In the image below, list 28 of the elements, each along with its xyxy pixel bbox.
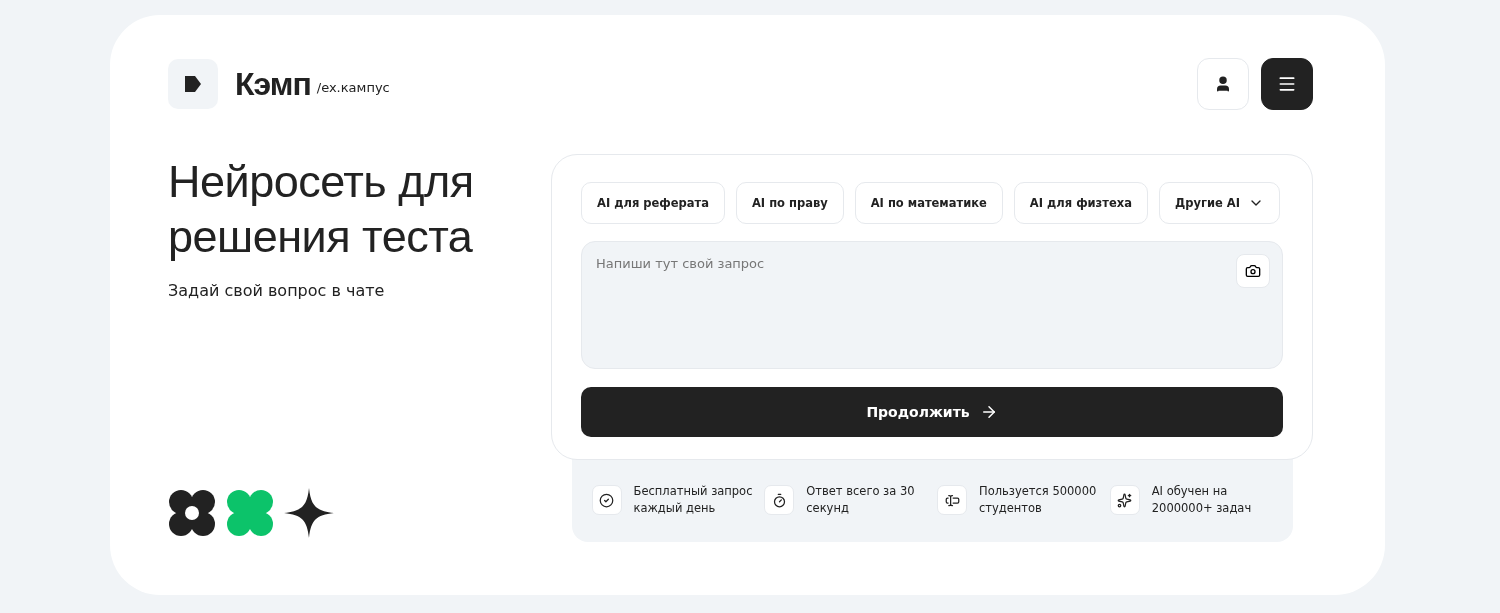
brand-suffix: /ex.кампус <box>316 79 390 95</box>
stopwatch-icon <box>764 485 795 515</box>
clover-icon <box>226 489 274 537</box>
continue-button[interactable]: Продолжить <box>581 387 1283 437</box>
query-field[interactable]: Напиши тут свой запрос <box>582 242 1282 368</box>
dropdown-chip[interactable]: Другие AI <box>1158 182 1280 224</box>
feature-text: AI обучен на 2000000+ задач <box>1151 483 1253 517</box>
brand-name: Кэмп <box>235 65 311 103</box>
page-subtitle: Задай свой вопрос в чате <box>168 281 386 300</box>
feature-text: Бесплатный запрос каждый день <box>633 483 754 517</box>
menu-button[interactable] <box>1261 58 1313 110</box>
camera-icon <box>1245 263 1261 279</box>
flower-icon <box>168 489 216 537</box>
user-icon <box>1214 75 1232 93</box>
topic-chip[interactable]: AI по праву <box>735 182 844 224</box>
sparkles-icon <box>1109 485 1140 515</box>
topic-chip[interactable]: AI для физтеха <box>1013 182 1148 224</box>
profile-button[interactable] <box>1197 58 1249 110</box>
feature-text: Ответ всего за 30 секунд <box>806 483 916 517</box>
text-cursor-icon <box>937 485 967 515</box>
topic-chip[interactable]: AI по математике <box>854 182 1003 224</box>
logo-icon[interactable] <box>168 59 218 109</box>
camera-button[interactable] <box>1236 254 1270 288</box>
star-icon <box>284 488 334 538</box>
feature-text: Пользуется 500000 студентов <box>979 483 1098 517</box>
topic-chip[interactable]: AI для реферата <box>581 182 725 224</box>
page-title: Нейросеть для решения теста <box>168 155 475 264</box>
menu-icon <box>1277 74 1297 94</box>
